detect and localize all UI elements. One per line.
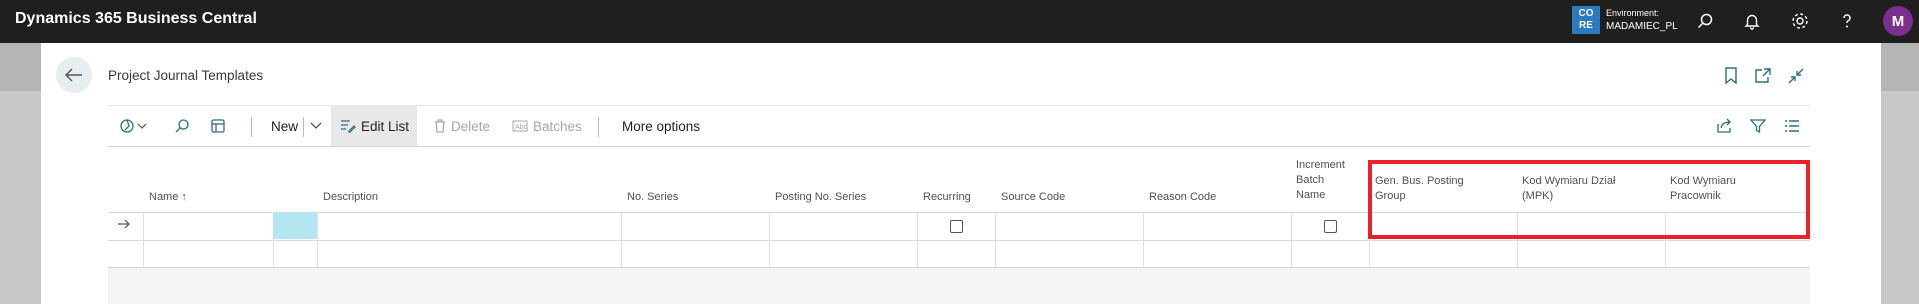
cell-divider — [995, 213, 996, 240]
action-bar-separator — [303, 117, 304, 137]
edit-list-icon — [341, 120, 356, 133]
column-header-increment-batch-name[interactable]: Increment Batch Name — [1296, 158, 1345, 203]
header-line: Increment — [1296, 159, 1345, 171]
cell-divider — [143, 213, 144, 240]
action-bar: New Edit List Delete Abc Batches More op… — [108, 105, 1810, 147]
list-view-icon[interactable] — [1784, 106, 1800, 146]
analysis-icon — [120, 119, 147, 133]
gear-icon[interactable] — [1789, 10, 1811, 32]
recurring-checkbox[interactable] — [950, 220, 963, 233]
layout-icon[interactable] — [210, 106, 226, 146]
filter-icon[interactable] — [1750, 106, 1766, 146]
action-bar-separator — [598, 117, 599, 137]
new-button[interactable]: New — [271, 106, 298, 146]
cell-divider — [1143, 240, 1144, 267]
cell-divider — [621, 213, 622, 240]
cell-divider — [995, 240, 996, 267]
column-header-name[interactable]: Name ↑ — [149, 190, 187, 205]
increment-batch-name-checkbox[interactable] — [1324, 220, 1337, 233]
column-header-description[interactable]: Description — [323, 190, 378, 205]
selected-cell[interactable] — [273, 212, 317, 239]
environment-badge-line-2: RE — [1579, 20, 1593, 31]
new-button-label: New — [271, 118, 299, 134]
cell-divider — [317, 213, 318, 240]
app-title[interactable]: Dynamics 365 Business Central — [15, 10, 257, 28]
search-icon[interactable] — [1694, 10, 1716, 32]
column-header-name-label: Name — [149, 191, 179, 203]
cell-divider — [769, 240, 770, 267]
batches-button[interactable]: Abc Batches — [512, 106, 582, 146]
svg-text:Abc: Abc — [515, 124, 528, 131]
batches-icon: Abc — [512, 120, 528, 132]
avatar[interactable]: M — [1883, 6, 1913, 36]
cell-divider — [769, 213, 770, 240]
cell-divider — [1291, 213, 1292, 240]
page-title: Project Journal Templates — [108, 68, 264, 83]
cell-divider — [1369, 240, 1370, 267]
search-icon[interactable] — [174, 106, 190, 146]
cell-divider — [143, 240, 144, 267]
top-bar: Dynamics 365 Business Central CO RE Envi… — [0, 0, 1919, 43]
chevron-down-icon — [310, 122, 322, 129]
arrow-left-icon — [65, 68, 82, 82]
sort-ascending-icon: ↑ — [181, 191, 187, 203]
new-dropdown-button[interactable] — [309, 106, 323, 146]
edit-list-label: Edit List — [361, 118, 410, 134]
environment-value: MADAMIEC_PL — [1606, 21, 1678, 32]
open-new-window-icon[interactable] — [1753, 66, 1773, 86]
cell-divider — [917, 213, 918, 240]
back-button[interactable] — [56, 57, 92, 93]
header-line: Name — [1296, 189, 1326, 201]
environment-info[interactable]: Environment: MADAMIEC_PL — [1606, 7, 1678, 33]
environment-badge-line-1: CO — [1578, 8, 1594, 19]
cell-divider — [1517, 240, 1518, 267]
more-options-label: More options — [622, 118, 701, 134]
edit-list-button[interactable]: Edit List — [331, 106, 417, 146]
header-line: Batch — [1296, 174, 1325, 186]
column-header-recurring[interactable]: Recurring — [923, 190, 971, 205]
cell-divider — [1143, 213, 1144, 240]
bookmark-icon[interactable] — [1721, 66, 1741, 86]
table-row[interactable] — [108, 240, 1810, 268]
help-icon[interactable] — [1836, 10, 1858, 32]
column-header-reason-code[interactable]: Reason Code — [1149, 190, 1216, 205]
share-icon[interactable] — [1716, 106, 1732, 146]
action-bar-separator — [251, 117, 252, 137]
column-header-posting-no-series[interactable]: Posting No. Series — [775, 190, 866, 205]
highlight-annotation-box — [1368, 160, 1810, 239]
collapse-icon[interactable] — [1786, 66, 1806, 86]
column-header-source-code[interactable]: Source Code — [1001, 190, 1065, 205]
cell-divider — [621, 240, 622, 267]
cell-divider — [917, 240, 918, 267]
environment-badge[interactable]: CO RE — [1572, 6, 1600, 34]
cell-divider — [1665, 240, 1666, 267]
analysis-mode-button[interactable] — [120, 106, 150, 146]
bell-icon[interactable] — [1741, 10, 1763, 32]
environment-label: Environment: — [1606, 8, 1660, 18]
current-row-arrow-icon — [117, 218, 131, 230]
delete-label: Delete — [451, 118, 491, 134]
grid-empty-area — [108, 268, 1810, 304]
more-options-button[interactable]: More options — [622, 106, 700, 146]
batches-label: Batches — [533, 118, 582, 134]
column-header-no-series[interactable]: No. Series — [627, 190, 678, 205]
trash-icon — [435, 119, 445, 133]
cell-divider — [273, 240, 274, 267]
cell-divider — [1291, 240, 1292, 267]
cell-divider — [317, 240, 318, 267]
delete-button[interactable]: Delete — [434, 106, 490, 146]
